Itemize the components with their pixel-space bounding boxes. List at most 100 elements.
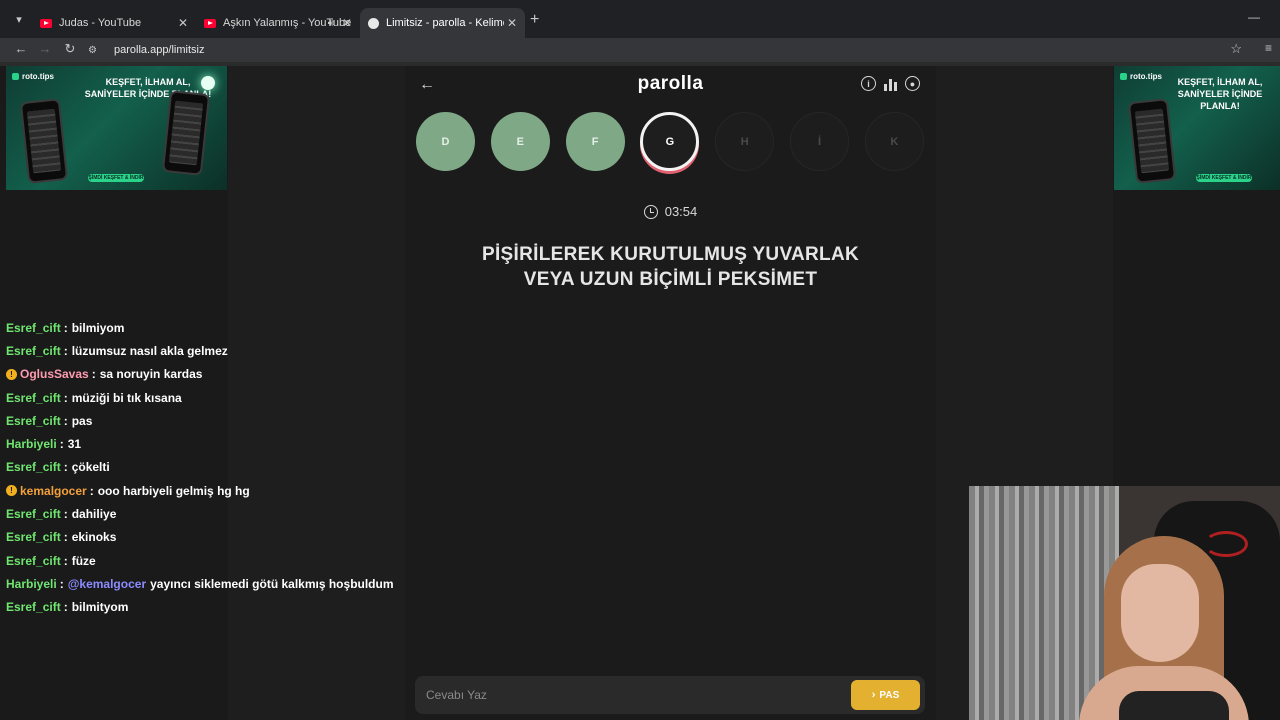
tab-title: Judas - YouTube [59, 17, 142, 29]
address-bar[interactable]: ⚙ parolla.app/limitsiz [88, 38, 204, 62]
alert-badge-icon: ! [6, 485, 17, 497]
ad-brand: roto.tips [1120, 72, 1162, 81]
reading-list-icon[interactable]: ≡ [1265, 41, 1272, 55]
chat-text: ooo harbiyeli gelmiş hg hg [97, 483, 250, 498]
streamer-face-image [1121, 564, 1199, 662]
chat-username[interactable]: kemalgocer [20, 483, 87, 499]
chat-message: Esref_cift: lüzumsuz nasıl akla gelmez [6, 339, 406, 362]
reload-icon[interactable]: ↻ [61, 41, 79, 57]
chat-message: Esref_cift: bilmityom [6, 596, 406, 619]
phone-image [161, 90, 211, 176]
chat-separator: : [89, 483, 94, 498]
close-tab-icon[interactable]: ✕ [507, 16, 517, 30]
letter-pending: H [715, 112, 775, 171]
chat-separator: : [63, 507, 68, 522]
chat-username[interactable]: Esref_cift [6, 553, 61, 569]
chat-separator: : [63, 320, 68, 335]
letter-done: F [565, 112, 625, 171]
chat-username[interactable]: OglusSavas [20, 366, 89, 382]
chat-username[interactable]: Esref_cift [6, 320, 61, 336]
chair-logo-image [1204, 531, 1248, 557]
chat-message: Esref_cift: bilmiyom [6, 316, 406, 339]
ad-cta-button[interactable]: ŞİMDİ KEŞFET & İNDİR [88, 174, 144, 182]
letter-wheel: DEFGHİK [416, 112, 926, 172]
game-title: parolla [637, 73, 704, 94]
bookmark-star-icon[interactable]: ☆ [1230, 41, 1242, 57]
chat-username[interactable]: Esref_cift [6, 599, 61, 615]
pass-button[interactable]: › PAS [851, 680, 920, 710]
chat-text: pas [71, 413, 93, 428]
chat-separator: : [59, 576, 64, 591]
back-icon[interactable]: ← [12, 41, 30, 56]
roto-logo-icon [1120, 73, 1127, 80]
letter-pending: İ [790, 112, 849, 171]
chat-message: Esref_cift: ekinoks [6, 526, 406, 549]
chat-username[interactable]: Esref_cift [6, 459, 61, 475]
streamer-top-image [1119, 691, 1229, 720]
chat-text: füze [71, 553, 96, 568]
info-icon[interactable]: i [861, 76, 876, 91]
letter-done: D [416, 112, 475, 171]
tab-judas[interactable]: Judas - YouTube ✕ [32, 8, 196, 38]
chat-separator: : [59, 437, 64, 452]
chat-message: Harbiyeli:31 [6, 432, 406, 455]
tab-parolla[interactable]: Limitsiz - parolla - Kelime oyun ✕ [360, 8, 525, 38]
close-tab-icon[interactable]: ✕ [178, 16, 188, 30]
youtube-icon [204, 18, 216, 28]
answer-input[interactable] [415, 676, 835, 714]
page-content: roto.tips KEŞFET, İLHAM AL, SANİYELER İÇ… [0, 66, 1280, 720]
chat-username[interactable]: Harbiyeli [6, 576, 57, 592]
chat-message: Harbiyeli: @kemalgocer yayıncı siklemedi g… [6, 572, 406, 595]
chat-mention[interactable]: @kemalgocer [68, 576, 146, 592]
chat-username[interactable]: Esref_cift [6, 506, 61, 522]
letter-active: G [640, 112, 700, 171]
browser-toolbar: ← → ↻ ⚙ parolla.app/limitsiz ☆ ≡ [0, 38, 1280, 62]
tab-title: Limitsiz - parolla - Kelime oyun [386, 17, 504, 29]
advertisement-right[interactable]: roto.tips KEŞFET, İLHAM AL, SANİYELER İÇ… [1114, 66, 1280, 190]
profile-icon[interactable]: ● [905, 76, 920, 91]
close-tab-icon[interactable]: ✕ [342, 16, 352, 30]
tab-search-menu-icon[interactable]: ▾ [10, 10, 28, 28]
ad-cta-button[interactable]: ŞİMDİ KEŞFET & İNDİR [1196, 174, 1252, 182]
chat-separator: : [63, 460, 68, 475]
tab-askin-yalanmis[interactable]: Aşkın Yalanmış - YouTube 🔊︎ ✕ [196, 8, 360, 38]
chat-separator: : [63, 600, 68, 615]
chevron-right-icon: › [871, 689, 876, 701]
alert-badge-icon: ! [6, 368, 17, 380]
url-text: parolla.app/limitsiz [114, 44, 205, 56]
chat-username[interactable]: Esref_cift [6, 529, 61, 545]
chat-text: dahiliye [71, 507, 117, 522]
new-tab-button[interactable]: + [530, 11, 539, 29]
timer-value: 03:54 [664, 204, 698, 219]
letter-done: E [490, 112, 550, 171]
chat-separator: : [63, 530, 68, 545]
chat-username[interactable]: Esref_cift [6, 390, 61, 406]
phone-image [19, 98, 69, 184]
chat-text: bilmityom [71, 600, 129, 615]
chat-username[interactable]: Harbiyeli [6, 436, 57, 452]
stream-chat: Esref_cift: bilmiyom Esref_cift: lüzumsuz n… [6, 316, 406, 619]
chat-username[interactable]: Esref_cift [6, 343, 61, 359]
chat-text: sa noruyin kardas [99, 367, 203, 382]
chat-message: Esref_cift: çökelti [6, 456, 406, 479]
site-settings-icon[interactable]: ⚙ [88, 45, 104, 56]
answer-bar: › PAS [415, 676, 925, 714]
ad-headline: KEŞFET, İLHAM AL, SANİYELER İÇİNDE PLANL… [1177, 77, 1263, 111]
chat-text: 31 [67, 437, 82, 452]
stats-icon[interactable] [883, 76, 898, 91]
forward-icon[interactable]: → [36, 41, 54, 56]
chat-separator: : [63, 390, 68, 405]
chat-message: Esref_cift: dahiliye [6, 502, 406, 525]
game-panel: ← parolla i ● DEFGHİK 03:54 PİŞİRİLEREK … [405, 66, 936, 720]
chat-text: yayıncı siklemedi götü kalkmış hoşbuldum [150, 576, 394, 591]
youtube-icon [40, 18, 52, 28]
chat-message: Esref_cift: pas [6, 409, 406, 432]
ad-glow-icon [201, 76, 215, 90]
minimize-window-icon[interactable]: — [1248, 10, 1260, 24]
letter-pending: K [864, 112, 924, 171]
advertisement-left[interactable]: roto.tips KEŞFET, İLHAM AL, SANİYELER İÇ… [6, 66, 227, 190]
audio-playing-icon[interactable]: 🔊︎ [328, 18, 334, 29]
chat-username[interactable]: Esref_cift [6, 413, 61, 429]
chat-message: Esref_cift: füze [6, 549, 406, 572]
chat-separator: : [91, 367, 96, 382]
